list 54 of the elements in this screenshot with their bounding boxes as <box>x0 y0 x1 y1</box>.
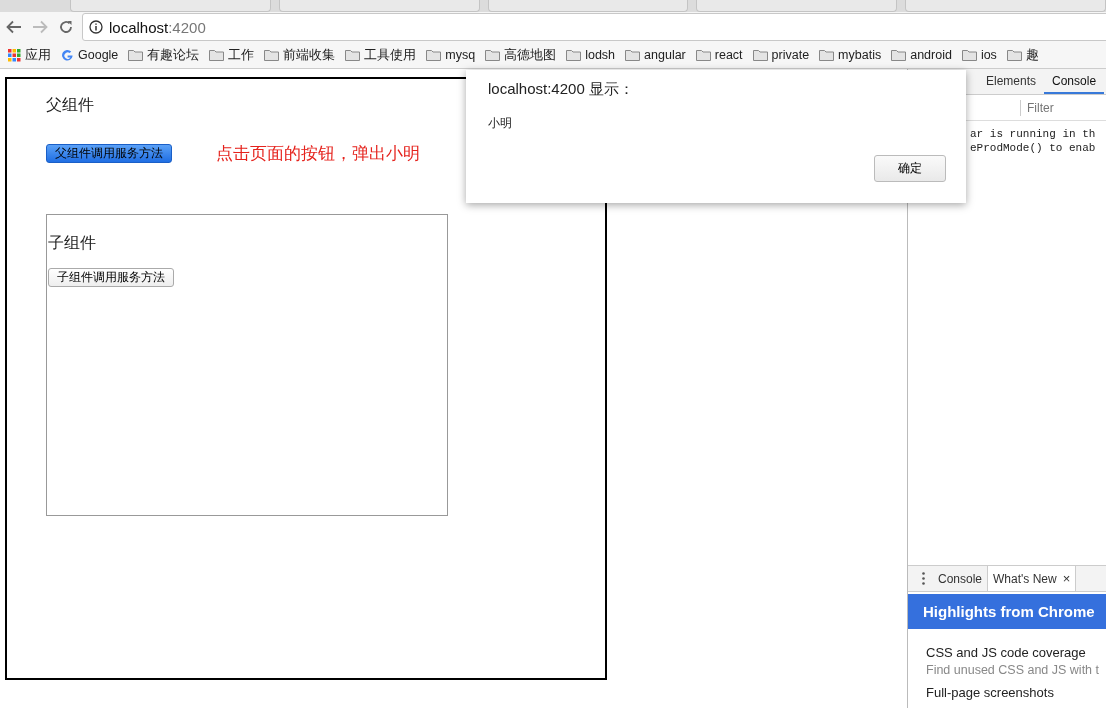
folder-icon <box>961 49 977 61</box>
highlights-header: Highlights from Chrome <box>908 594 1106 629</box>
more-menu-icon[interactable] <box>922 572 925 585</box>
bookmark-item[interactable]: 应用 <box>8 46 51 64</box>
drawer-tab[interactable]: What's New × <box>987 566 1077 591</box>
bookmark-item[interactable]: ios <box>961 48 997 62</box>
folder-icon <box>819 49 835 61</box>
folder-icon <box>566 49 582 61</box>
bookmark-item[interactable]: lodsh <box>566 48 616 62</box>
bookmark-item[interactable]: 趣 <box>1006 46 1039 64</box>
bookmark-item[interactable]: Google <box>61 48 119 62</box>
folder-icon <box>264 49 280 61</box>
bookmark-item[interactable]: react <box>695 48 743 62</box>
console-line: eProdMode() to enab <box>970 141 1097 155</box>
bookmark-item[interactable]: 高德地图 <box>485 46 557 64</box>
annotation-text: 点击页面的按钮，弹出小明 <box>216 143 420 165</box>
devtools-tab[interactable]: Console <box>1044 69 1105 94</box>
folder-icon <box>752 49 768 61</box>
info-icon <box>89 20 103 34</box>
folder-icon <box>426 49 442 61</box>
child-call-button[interactable]: 子组件调用服务方法 <box>48 268 174 287</box>
bookmark-item[interactable]: angular <box>625 48 686 62</box>
folder-icon <box>1006 49 1022 61</box>
folder-icon <box>209 49 225 61</box>
feature-description: Find unused CSS and JS with t <box>926 663 1100 677</box>
bookmark-item[interactable]: 前端收集 <box>264 46 336 64</box>
folder-icon <box>345 49 361 61</box>
bookmark-item[interactable]: mybatis <box>819 48 882 62</box>
folder-icon <box>485 49 501 61</box>
parent-title: 父组件 <box>46 95 95 115</box>
dialog-title: localhost:4200 显示： <box>488 80 635 99</box>
g-logo-icon <box>61 48 74 62</box>
bookmark-item[interactable]: 有趣论坛 <box>128 46 200 64</box>
close-button[interactable]: × <box>1062 571 1071 586</box>
bookmark-item[interactable]: 工具使用 <box>345 46 417 64</box>
console-line: ar is running in th <box>970 127 1097 141</box>
drawer-tab[interactable]: Console <box>933 566 988 591</box>
devtools-tab[interactable]: Elements <box>978 69 1045 94</box>
feature-title[interactable]: Full-page screenshots <box>926 685 1106 700</box>
apps-grid-icon <box>8 48 21 62</box>
bookmark-item[interactable]: 工作 <box>209 46 255 64</box>
child-title: 子组件 <box>48 233 97 253</box>
folder-icon <box>891 49 907 61</box>
folder-icon <box>128 49 144 61</box>
folder-icon <box>625 49 641 61</box>
feature-title[interactable]: CSS and JS code coverage <box>926 645 1106 660</box>
bookmark-item[interactable]: android <box>891 48 952 62</box>
bookmark-item[interactable]: mysq <box>426 48 476 62</box>
bookmark-item[interactable]: private <box>752 48 810 62</box>
parent-call-button[interactable]: 父组件调用服务方法 <box>46 144 172 163</box>
address-bar[interactable]: localhost:4200 <box>82 13 1106 41</box>
dialog-message: 小明 <box>488 115 513 132</box>
ok-button[interactable]: 确定 <box>874 155 946 182</box>
folder-icon <box>695 49 711 61</box>
